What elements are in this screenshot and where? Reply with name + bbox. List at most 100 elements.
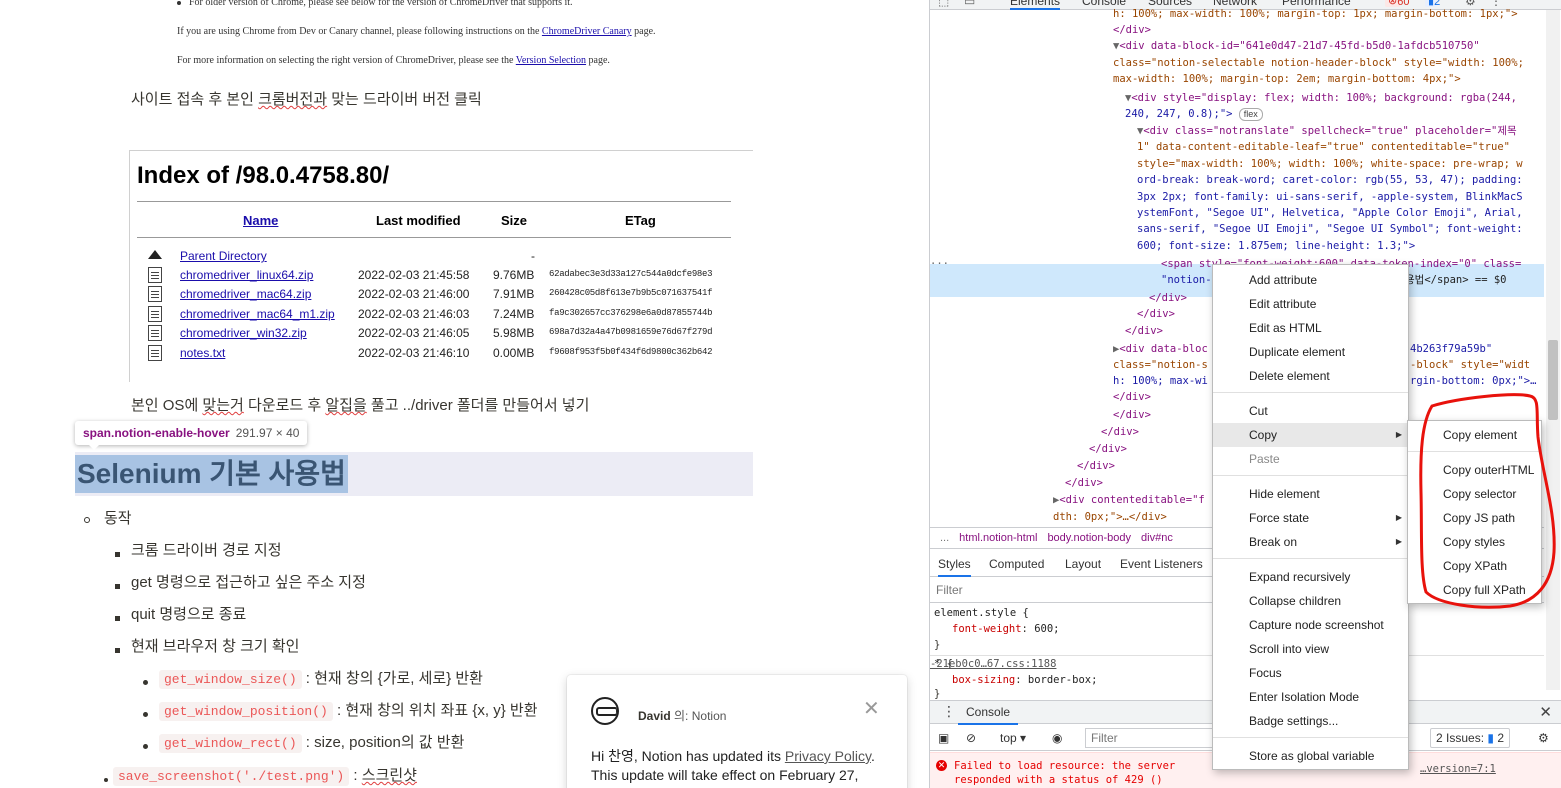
menu-item-edit-attribute[interactable]: Edit attribute [1213, 292, 1408, 316]
issues-button[interactable]: 2 Issues: ▮ 2 [1430, 728, 1511, 748]
dom-line[interactable]: sans-serif, "Segoe UI Emoji", "Segoe UI … [1137, 221, 1523, 238]
dom-line[interactable]: </div> [1113, 22, 1151, 39]
dom-line[interactable]: </div> [1137, 306, 1175, 323]
menu-item-expand-recursively[interactable]: Expand recursively [1213, 565, 1408, 589]
file-link[interactable]: chromedriver_mac64_m1.zip [180, 307, 335, 321]
console-filter-input[interactable]: Filter [1085, 728, 1215, 748]
context-select[interactable]: top ▾ [1000, 731, 1026, 745]
dom-line[interactable]: </div> [1113, 389, 1151, 406]
style-declaration[interactable]: font-weight: 600; [952, 621, 1060, 637]
tab-computed[interactable]: Computed [989, 557, 1044, 571]
list-item[interactable]: quit 명령으로 종료 [115, 603, 246, 624]
dom-line[interactable]: h: 100%; max-width: 100%; margin-top: 1p… [1113, 6, 1518, 23]
breadcrumb-item[interactable]: html.notion-html [959, 532, 1037, 544]
header-name[interactable]: Name [243, 213, 278, 228]
breadcrumb-more[interactable]: ... [940, 532, 949, 544]
menu-item-collapse-children[interactable]: Collapse children [1213, 589, 1408, 613]
sidebar-toggle-icon[interactable]: ▣ [938, 731, 949, 745]
page-heading[interactable]: Selenium 기본 사용법 [75, 455, 348, 493]
file-link[interactable]: chromedriver_mac64.zip [180, 287, 311, 301]
menu-item-copy-element[interactable]: Copy element [1408, 423, 1541, 447]
dom-line[interactable]: style="max-width: 100%; width: 100%; whi… [1137, 156, 1523, 173]
tab-layout[interactable]: Layout [1065, 557, 1101, 571]
dom-line[interactable]: ▶<div contenteditable="f [1053, 492, 1205, 509]
dom-line[interactable]: 1" data-content-editable-leaf="true" con… [1137, 139, 1510, 156]
dom-line[interactable]: ▼<div data-block-id="641e0d47-21d7-45fd-… [1113, 38, 1480, 55]
file-link[interactable]: notes.txt [180, 346, 225, 360]
menu-item-cut[interactable]: Cut [1213, 399, 1408, 423]
flex-badge[interactable]: flex [1238, 108, 1263, 121]
tab-event-listeners[interactable]: Event Listeners [1120, 557, 1203, 571]
dom-line[interactable]: </div> [1113, 407, 1151, 424]
menu-item-store-as-global-variable[interactable]: Store as global variable [1213, 744, 1408, 768]
list-item[interactable]: 현재 브라우저 창 크기 확인 [115, 635, 299, 656]
dom-line[interactable]: ▼<div class="notranslate" spellcheck="tr… [1137, 123, 1517, 140]
menu-item-enter-isolation-mode[interactable]: Enter Isolation Mode [1213, 685, 1408, 709]
menu-item-badge-settings[interactable]: Badge settings... [1213, 709, 1408, 733]
tab-elements[interactable]: Elements [1010, 0, 1061, 10]
menu-item-capture-node-screenshot[interactable]: Capture node screenshot [1213, 613, 1408, 637]
gear-icon[interactable]: ⚙ [1538, 731, 1549, 745]
inspect-icon[interactable]: ⬚ [938, 0, 949, 8]
eye-icon[interactable]: ◉ [1052, 731, 1062, 745]
device-toolbar-icon[interactable]: ▭ [964, 0, 975, 8]
list-item[interactable]: get_window_rect() : size, position의 값 반환 [143, 731, 464, 753]
dom-line[interactable]: 240, 247, 0.8);"> flex [1125, 106, 1263, 123]
breadcrumb-item[interactable]: body.notion-body [1047, 532, 1131, 544]
source-link[interactable]: -21eb0c0…67.css:1188 [930, 658, 1056, 670]
dom-line-selected[interactable]: "notion- [1161, 272, 1212, 289]
menu-item-delete-element[interactable]: Delete element [1213, 364, 1408, 388]
dom-line[interactable]: </div> [1089, 441, 1127, 458]
privacy-policy-link[interactable]: Privacy Policy [785, 748, 871, 764]
clear-console-icon[interactable]: ⊘ [966, 731, 976, 745]
dom-line[interactable]: 600; font-size: 1.875em; line-height: 1.… [1137, 238, 1415, 255]
more-icon[interactable]: ⋮ [942, 703, 956, 720]
menu-item-copy-selector[interactable]: Copy selector [1408, 482, 1541, 506]
dom-line[interactable]: </div> [1149, 290, 1187, 307]
dom-line[interactable]: dth: 0px;">…</div> [1053, 509, 1167, 526]
list-item[interactable]: 크롬 드라이버 경로 지정 [115, 539, 282, 560]
scrollbar-thumb[interactable] [1548, 340, 1558, 420]
list-item[interactable]: get_window_size() : 현재 창의 {가로, 세로} 반환 [143, 667, 483, 689]
dom-line[interactable]: 4b263f79a59b" [1410, 341, 1492, 358]
list-item[interactable]: get_window_position() : 현재 창의 위치 좌표 {x, … [143, 699, 538, 721]
menu-item-force-state[interactable]: Force state ▶ [1213, 506, 1408, 530]
list-item[interactable]: get 명령으로 접근하고 싶은 주소 지정 [115, 571, 366, 592]
list-item[interactable]: save_screenshot('./test.png') : 스크린샷 [104, 764, 417, 786]
dom-line[interactable]: ord-break: break-word; caret-color: rgb(… [1137, 172, 1523, 189]
dom-line[interactable]: h: 100%; max-wi [1113, 373, 1208, 390]
tab-styles[interactable]: Styles [938, 557, 971, 577]
list-item[interactable]: 동작 [84, 507, 132, 528]
menu-item-scroll-into-view[interactable]: Scroll into view [1213, 637, 1408, 661]
menu-item-break-on[interactable]: Break on ▶ [1213, 530, 1408, 554]
rule-source[interactable]: -21eb0c0…67.css:1188 [930, 656, 1056, 672]
menu-item-focus[interactable]: Focus [1213, 661, 1408, 685]
menu-item-hide-element[interactable]: Hide element [1213, 482, 1408, 506]
style-declaration[interactable]: box-sizing: border-box; [952, 672, 1097, 688]
dom-line[interactable]: class="notion-selectable notion-header-b… [1113, 55, 1524, 72]
dom-line[interactable]: ▼<div style="display: flex; width: 100%;… [1125, 90, 1517, 107]
menu-item-copy[interactable]: Copy ▶ [1213, 423, 1408, 447]
menu-item-copy-full-xpath[interactable]: Copy full XPath [1408, 578, 1541, 602]
menu-item-edit-as-html[interactable]: Edit as HTML [1213, 316, 1408, 340]
dom-line[interactable]: rgin-bottom: 0px;">… [1410, 373, 1536, 390]
menu-item-copy-xpath[interactable]: Copy XPath [1408, 554, 1541, 578]
parent-directory-link[interactable]: Parent Directory [180, 249, 267, 263]
dom-line[interactable]: 3px 2px; font-family: ui-sans-serif, -ap… [1137, 189, 1523, 206]
file-link[interactable]: chromedriver_win32.zip [180, 326, 307, 340]
menu-item-copy-styles[interactable]: Copy styles [1408, 530, 1541, 554]
dom-line[interactable]: </div> [1125, 323, 1163, 340]
tab-console-drawer[interactable]: Console [958, 705, 1019, 725]
menu-item-copy-outerhtml[interactable]: Copy outerHTML [1408, 458, 1541, 482]
chromedriver-canary-link[interactable]: ChromeDriver Canary [542, 26, 632, 37]
dom-line[interactable]: class="notion-s [1113, 357, 1208, 374]
menu-item-copy-js-path[interactable]: Copy JS path [1408, 506, 1541, 530]
version-selection-link[interactable]: Version Selection [516, 55, 586, 66]
menu-item-add-attribute[interactable]: Add attribute [1213, 268, 1408, 292]
dom-line[interactable]: -block" style="widt [1410, 357, 1530, 374]
dom-line[interactable]: </div> [1077, 458, 1115, 475]
dom-line[interactable]: max-width: 100%; margin-top: 2em; margin… [1113, 71, 1461, 88]
menu-item-duplicate-element[interactable]: Duplicate element [1213, 340, 1408, 364]
dom-line[interactable]: </div> [1101, 424, 1139, 441]
dom-line-selected[interactable]: 용법</span> == $0 [1405, 272, 1507, 289]
